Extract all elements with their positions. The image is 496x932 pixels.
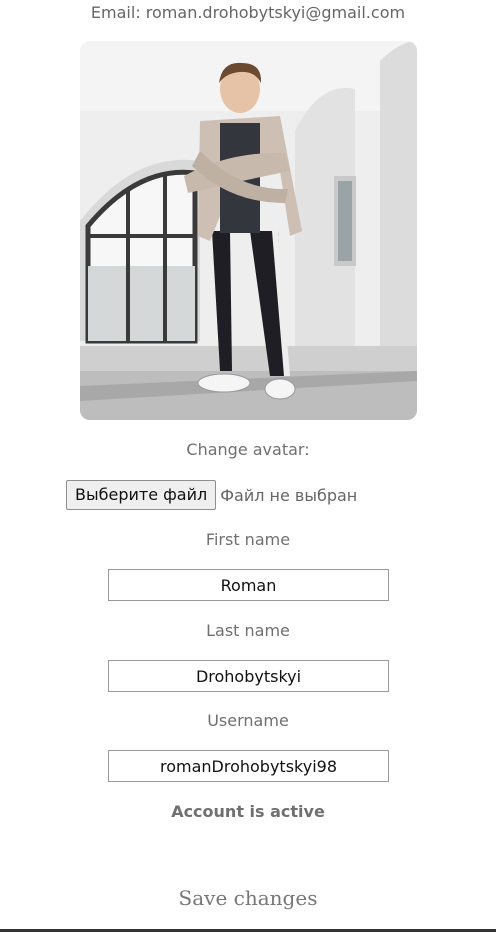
avatar-file-picker: Выберите файл Файл не выбран bbox=[66, 480, 357, 510]
account-status-text: Account is active bbox=[171, 802, 325, 821]
last-name-input[interactable] bbox=[108, 660, 389, 692]
file-status-text: Файл не выбран bbox=[220, 485, 358, 505]
save-changes-button[interactable]: Save changes bbox=[0, 886, 496, 910]
avatar-photo bbox=[80, 41, 417, 420]
change-avatar-label: Change avatar: bbox=[186, 440, 310, 459]
last-name-label: Last name bbox=[206, 621, 290, 640]
username-label: Username bbox=[207, 711, 289, 730]
choose-file-button[interactable]: Выберите файл bbox=[66, 480, 217, 510]
first-name-input[interactable] bbox=[108, 569, 389, 601]
username-input[interactable] bbox=[108, 750, 389, 782]
first-name-label: First name bbox=[205, 530, 291, 549]
email-text: Email: roman.drohobytskyi@gmail.com bbox=[90, 3, 406, 22]
